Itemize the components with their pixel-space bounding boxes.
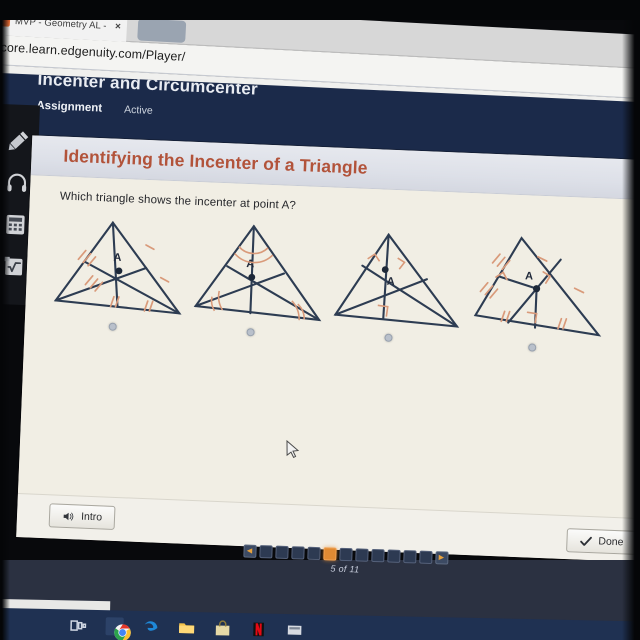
app-icon[interactable] — [285, 621, 303, 639]
page-box-8[interactable] — [370, 548, 385, 563]
check-icon — [579, 535, 592, 547]
page-title: Identifying the Incenter of a Triangle — [63, 145, 368, 178]
point-a-label: A — [525, 270, 533, 282]
page-box-7[interactable] — [354, 548, 369, 562]
page-box-1[interactable] — [258, 544, 273, 559]
triangle-diagram-4: A — [473, 236, 602, 337]
photo-edge-left — [0, 0, 10, 640]
next-page-button[interactable]: ▶ — [434, 551, 449, 565]
page-box-2[interactable] — [274, 545, 289, 559]
page-box-10[interactable] — [402, 550, 417, 564]
answer-choices: A A A A — [23, 211, 640, 387]
done-button-label: Done — [598, 535, 624, 549]
question-text: Which triangle shows the incenter at poi… — [59, 190, 297, 212]
point-a-label: A — [113, 252, 121, 264]
answer-choice-4[interactable]: A — [461, 229, 617, 385]
chevron-right-icon: ▶ — [438, 554, 445, 562]
answer-choice-3[interactable]: A — [323, 223, 479, 379]
intro-button[interactable]: Intro — [48, 503, 116, 530]
screen-photo: MVP - Geometry AL - Ed × r06.core.learn.… — [0, 0, 640, 640]
prev-page-button[interactable]: ◀ — [242, 544, 257, 558]
page-box-5-current[interactable] — [322, 547, 337, 561]
close-icon[interactable]: × — [115, 21, 121, 32]
triangle-diagram-2: A — [193, 224, 322, 322]
url-text: r06.core.learn.edgenuity.com/Player/ — [0, 39, 186, 64]
page-box-4[interactable] — [306, 546, 321, 561]
photo-edge-top — [0, 0, 640, 20]
assignment-label: Assignment — [36, 99, 103, 115]
store-icon[interactable] — [213, 619, 231, 637]
intro-button-label: Intro — [80, 510, 103, 524]
triangle-diagram-3: A — [333, 232, 460, 328]
answer-choice-1[interactable]: A — [45, 212, 201, 368]
page-box-3[interactable] — [290, 546, 305, 560]
edge-icon[interactable] — [141, 618, 159, 636]
triangle-diagram-1: A — [53, 220, 182, 315]
answer-choice-2[interactable]: A — [185, 218, 341, 374]
new-tab-button[interactable] — [137, 18, 187, 43]
page-counter: 5 of 11 — [330, 563, 360, 575]
chevron-left-icon: ◀ — [246, 547, 253, 555]
lesson-body: Which triangle shows the incenter at poi… — [17, 175, 640, 519]
status-badge: Active — [123, 103, 153, 117]
speaker-icon — [62, 510, 75, 522]
point-a-marker — [381, 266, 389, 273]
chrome-icon[interactable] — [105, 617, 131, 640]
lesson-panel: Identifying the Incenter of a Triangle W… — [16, 135, 640, 563]
netflix-icon[interactable] — [249, 620, 267, 638]
point-a-label: A — [246, 258, 254, 270]
assignment-status: Assignment Active — [36, 100, 153, 117]
page-box-11[interactable] — [418, 550, 433, 565]
taskview-icon[interactable] — [69, 616, 87, 634]
mouse-cursor — [286, 439, 300, 459]
page-box-6[interactable] — [338, 547, 353, 562]
photo-edge-right — [622, 0, 640, 640]
page-box-9[interactable] — [386, 549, 401, 563]
file-explorer-icon[interactable] — [177, 619, 195, 637]
point-a-label: A — [386, 276, 394, 288]
